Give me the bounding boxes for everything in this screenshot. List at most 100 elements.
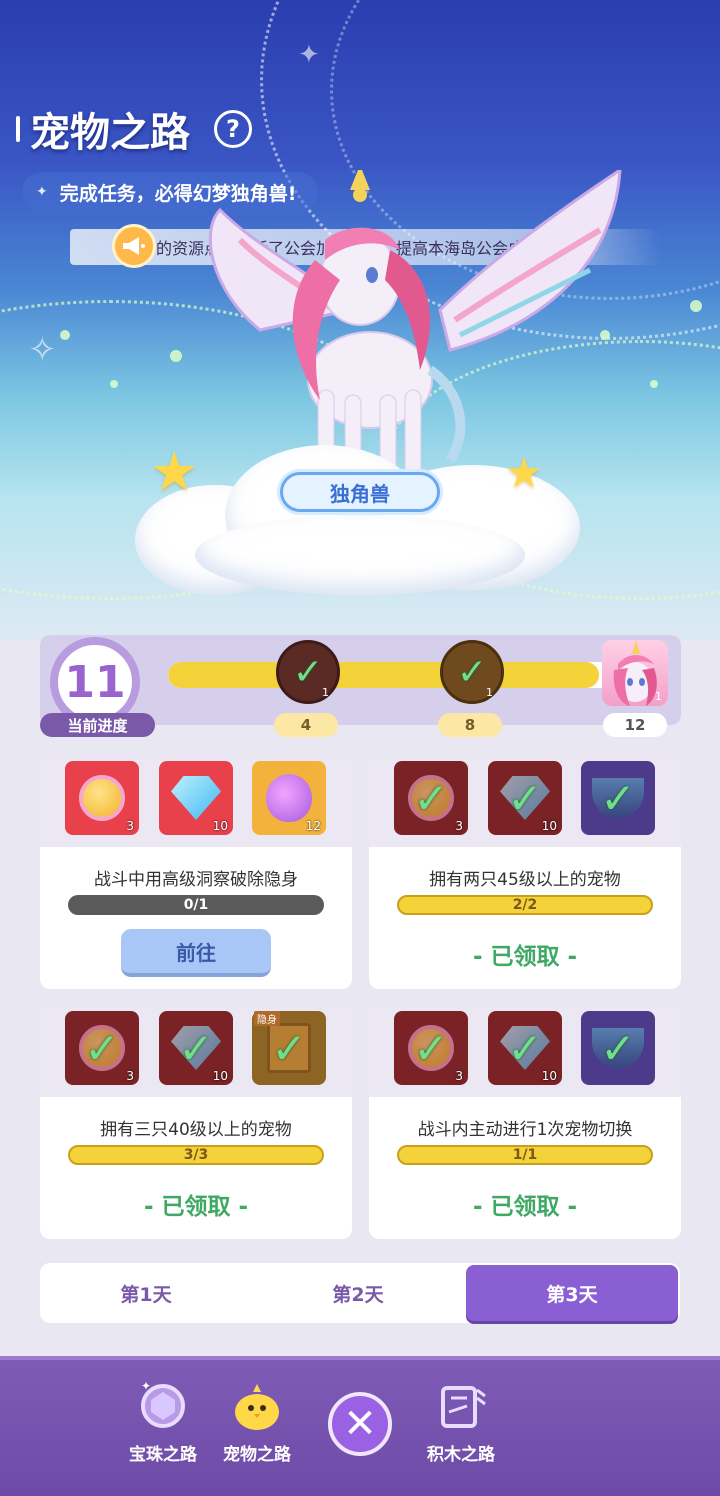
reward-item[interactable]: ✓ xyxy=(581,1011,655,1085)
task-progress-bar: 3/3 xyxy=(68,1145,324,1165)
milestone-qty: 1 xyxy=(486,686,493,699)
claimed-status: - 已领取 - xyxy=(472,944,578,970)
progress-track xyxy=(168,662,638,688)
claimed-status: - 已领取 - xyxy=(143,1194,249,1220)
reward-item[interactable]: ✓ 隐身 xyxy=(252,1011,326,1085)
reward-qty: 3 xyxy=(455,1069,463,1083)
nav-label: 宠物之路 xyxy=(223,1445,291,1465)
nav-label: 积木之路 xyxy=(427,1445,495,1465)
milestone-qty: 1 xyxy=(322,686,329,699)
bottom-nav: ✦ 宝珠之路 宠物之路 ✕ 积木之路 xyxy=(0,1356,720,1496)
check-icon: ✓ xyxy=(178,1023,214,1073)
chick-icon xyxy=(229,1378,285,1434)
task-rewards: ✓ 3 ✓ 10 ✓ 隐身 xyxy=(40,1005,352,1097)
check-icon: ✓ xyxy=(600,1023,636,1073)
star-icon: ★ xyxy=(505,448,543,497)
close-button[interactable]: ✕ xyxy=(328,1392,392,1456)
nav-item-block-road[interactable]: 积木之路 xyxy=(416,1378,506,1465)
hero-banner: ✦ ✧ 宠物之路 ? ✦ 完成任务，必得幻梦独角兽! 的资源点，激活了公会加成效… xyxy=(0,0,720,640)
reward-item[interactable]: ✓ 3 xyxy=(65,1011,139,1085)
check-icon: ✓ xyxy=(507,773,543,823)
reward-qty: 10 xyxy=(541,1069,557,1083)
reward-qty: 3 xyxy=(126,819,134,833)
nav-label: 宝珠之路 xyxy=(129,1445,197,1465)
check-icon: ✓ xyxy=(507,1023,543,1073)
milestone-reward-1[interactable]: ✓ 1 xyxy=(276,640,340,704)
reward-item[interactable]: 3 xyxy=(65,761,139,835)
tab-day-3[interactable]: 第3天 xyxy=(466,1265,678,1321)
reward-item[interactable]: ✓ xyxy=(581,761,655,835)
reward-qty: 3 xyxy=(455,819,463,833)
title-accent-bar xyxy=(16,116,20,142)
task-rewards: 3 10 12 xyxy=(40,755,352,847)
reward-item[interactable]: ✓ 3 xyxy=(394,761,468,835)
check-icon: ✓ xyxy=(292,651,324,693)
star-icon: ✦ xyxy=(298,40,320,70)
page-title: 宠物之路 xyxy=(30,110,190,156)
task-card: ✓ 3 ✓ 10 ✓ 拥有两只45级以上的宠物 2/2 - 已领取 - xyxy=(369,755,681,989)
tab-day-2[interactable]: 第2天 xyxy=(252,1263,464,1323)
nav-item-pet-road[interactable]: 宠物之路 xyxy=(212,1378,302,1465)
task-progress-text: 2/2 xyxy=(512,897,538,913)
megaphone-icon xyxy=(112,224,156,268)
milestone-qty: 1 xyxy=(655,690,662,703)
reward-item[interactable]: ✓ 10 xyxy=(488,1011,562,1085)
tab-day-1[interactable]: 第1天 xyxy=(40,1263,252,1323)
task-progress-text: 1/1 xyxy=(512,1147,538,1163)
star-icon: ★ xyxy=(150,440,199,503)
task-card: ✓ 3 ✓ 10 ✓ 隐身 拥有三只40级以上的宠物 3/3 - 已领取 - xyxy=(40,1005,352,1239)
check-icon: ✓ xyxy=(600,773,636,823)
unicorn-illustration xyxy=(208,170,622,481)
milestone-value: 12 xyxy=(603,713,667,737)
task-progress-bar: 2/2 xyxy=(397,895,653,915)
star-icon: ✧ xyxy=(28,330,57,370)
current-progress-label: 当前进度 xyxy=(40,713,155,737)
task-progress-text: 0/1 xyxy=(183,897,209,913)
reward-item[interactable]: ✓ 10 xyxy=(488,761,562,835)
check-icon: ✓ xyxy=(413,1023,449,1073)
milestone-reward-2[interactable]: ✓ 1 xyxy=(440,640,504,704)
milestone-reward-unicorn[interactable]: 1 xyxy=(602,640,668,706)
coin-icon xyxy=(79,775,125,821)
task-card: 3 10 12 战斗中用高级洞察破除隐身 0/1 前往 xyxy=(40,755,352,989)
task-description: 战斗中用高级洞察破除隐身 xyxy=(94,870,298,890)
task-progress-bar: 0/1 xyxy=(68,895,324,915)
orb-icon: ✦ xyxy=(135,1378,191,1434)
claimed-status: - 已领取 - xyxy=(472,1194,578,1220)
help-button[interactable]: ? xyxy=(214,110,252,148)
reward-item[interactable]: 10 xyxy=(159,761,233,835)
task-description: 拥有三只40级以上的宠物 xyxy=(100,1120,292,1140)
task-progress-text: 3/3 xyxy=(183,1147,209,1163)
reward-item[interactable]: ✓ 3 xyxy=(394,1011,468,1085)
task-card: ✓ 3 ✓ 10 ✓ 战斗内主动进行1次宠物切换 1/1 - 已领取 - xyxy=(369,1005,681,1239)
page-title-row: 宠物之路 ? xyxy=(16,100,252,158)
task-rewards: ✓ 3 ✓ 10 ✓ xyxy=(369,1005,681,1097)
check-icon: ✓ xyxy=(456,651,488,693)
check-icon: ✓ xyxy=(271,1023,307,1073)
sparkle-icon: ✦ xyxy=(36,184,48,200)
milestone-value: 8 xyxy=(438,713,502,737)
svg-text:✦: ✦ xyxy=(141,1379,151,1393)
diamond-icon xyxy=(171,776,221,820)
block-icon xyxy=(433,1378,489,1434)
goto-button[interactable]: 前往 xyxy=(121,929,271,977)
task-description: 战斗内主动进行1次宠物切换 xyxy=(417,1120,633,1140)
reward-item[interactable]: ✓ 10 xyxy=(159,1011,233,1085)
check-icon: ✓ xyxy=(413,773,449,823)
progress-fill xyxy=(168,662,599,688)
task-description: 拥有两只45级以上的宠物 xyxy=(429,870,621,890)
nav-item-orb-road[interactable]: ✦ 宝珠之路 xyxy=(118,1378,208,1465)
reward-item[interactable]: 12 xyxy=(252,761,326,835)
milestone-value: 4 xyxy=(274,713,338,737)
day-tabs: 第1天 第2天 第3天 xyxy=(40,1263,680,1323)
reward-qty: 10 xyxy=(212,1069,228,1083)
task-rewards: ✓ 3 ✓ 10 ✓ xyxy=(369,755,681,847)
fruit-icon xyxy=(266,774,312,822)
pet-name-badge: 独角兽 xyxy=(280,472,440,512)
reward-qty: 3 xyxy=(126,1069,134,1083)
reward-qty: 10 xyxy=(212,819,228,833)
reward-qty: 12 xyxy=(305,819,321,833)
reward-qty: 10 xyxy=(541,819,557,833)
reward-tag: 隐身 xyxy=(254,1011,280,1026)
check-icon: ✓ xyxy=(84,1023,120,1073)
